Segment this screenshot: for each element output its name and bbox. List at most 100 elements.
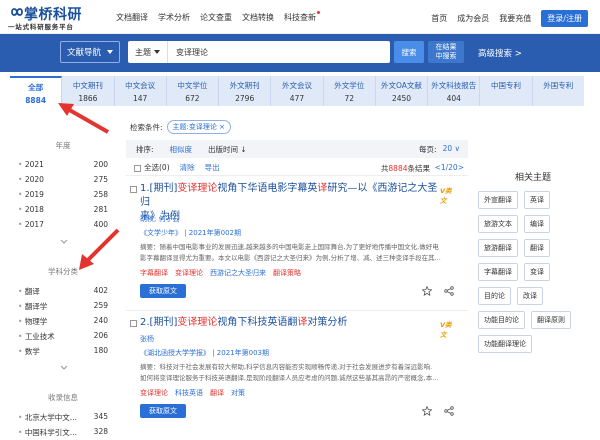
- share-icon[interactable]: [444, 406, 454, 416]
- keyword-link[interactable]: 翻译: [210, 388, 224, 398]
- clear-button[interactable]: 清除: [180, 162, 195, 173]
- expand-chevron-icon[interactable]: [60, 238, 68, 246]
- tab-foreign-degree[interactable]: 外文学位 72: [324, 76, 376, 106]
- recharge-link[interactable]: 我要充值: [499, 13, 531, 24]
- topic-chip[interactable]: 翻译原则: [531, 311, 571, 329]
- keyword-link[interactable]: 西游记之大圣归来: [210, 268, 266, 278]
- result-abstract: 如何将变译理论服务于科技英语翻译,是现阶段翻译人员应考虑的问题,诚然这些基其高昂…: [140, 374, 439, 382]
- year-filter-item[interactable]: 2020 275: [18, 175, 108, 184]
- result-checkbox[interactable]: [130, 320, 137, 327]
- result-title[interactable]: 2.[期刊]变译理论视角下科技英语翻译对策分析: [140, 316, 440, 330]
- search-input[interactable]: [168, 41, 390, 63]
- tab-foreign-oa[interactable]: 外文OA文献 2450: [376, 76, 429, 106]
- search-field-dropdown[interactable]: 主题: [128, 41, 168, 63]
- search-button[interactable]: 搜索: [394, 41, 424, 63]
- topic-chip[interactable]: 英译: [524, 191, 550, 209]
- favorite-star-icon[interactable]: [422, 286, 432, 296]
- share-icon[interactable]: [444, 286, 454, 296]
- nav-doc-convert[interactable]: 文档转换: [242, 12, 274, 23]
- subject-count: 259: [93, 301, 108, 310]
- title-highlight: 译: [317, 183, 328, 194]
- result-authors[interactable]: 胡枚; 何子云: [140, 214, 180, 224]
- brand-logo[interactable]: 掌桥科研 一站式科研服务平台: [8, 4, 104, 31]
- favorite-star-icon[interactable]: [422, 406, 432, 416]
- topic-chip[interactable]: 目的论: [478, 287, 511, 305]
- keyword-link[interactable]: 对策: [231, 388, 245, 398]
- member-link[interactable]: 成为会员: [457, 13, 489, 24]
- topic-chip[interactable]: 改译: [517, 287, 543, 305]
- close-icon[interactable]: ×: [219, 123, 225, 131]
- collection-filter-item[interactable]: 中国科学引文... 328: [18, 427, 108, 438]
- subject-filter-item[interactable]: 数学 180: [18, 346, 108, 357]
- year-filter-item[interactable]: 2017 400: [18, 220, 108, 229]
- topic-chip[interactable]: 旅游翻译: [478, 239, 518, 257]
- result-authors[interactable]: 张杨: [140, 334, 154, 344]
- nav-academic-analysis[interactable]: 学术分析: [158, 12, 190, 23]
- nav-plagiarism-check[interactable]: 论文查重: [200, 12, 232, 23]
- tab-cn-degree[interactable]: 中文学位 672: [167, 76, 220, 106]
- brand-tagline: 一站式科研服务平台: [8, 23, 74, 31]
- collection-filter-item[interactable]: 北京大学中文... 345: [18, 412, 108, 423]
- search-conditions: 检索条件: 主题:变译理论 ×: [130, 120, 231, 134]
- topic-chip[interactable]: 编译: [524, 215, 550, 233]
- select-all-checkbox[interactable]: 全选(0): [134, 162, 170, 173]
- topic-chip[interactable]: 功能目的论: [478, 311, 525, 329]
- tab-cn-journal[interactable]: 中文期刊 1866: [62, 76, 115, 106]
- topic-chip[interactable]: 旅游文本: [478, 215, 518, 233]
- keyword-link[interactable]: 科技英语: [175, 388, 203, 398]
- topic-chip[interactable]: 翻译: [524, 239, 550, 257]
- subject-section-title: 学科分类: [48, 267, 78, 276]
- result-title[interactable]: 1.[期刊]变译理论视角下华语电影字幕英译研究—以《西游记之大圣归 来》为例: [140, 182, 440, 224]
- subject-filter-item[interactable]: 工业技术 206: [18, 331, 108, 342]
- tab-count: 1866: [78, 94, 98, 103]
- tab-foreign-conference[interactable]: 外文会议 477: [271, 76, 324, 106]
- get-fulltext-button[interactable]: 获取原文: [140, 404, 186, 418]
- subject-label: 物理学: [18, 316, 48, 327]
- year-filter-item[interactable]: 2021 200: [18, 160, 108, 169]
- tab-all[interactable]: 全部 8884: [10, 76, 63, 106]
- tab-label: 外文期刊: [229, 81, 260, 90]
- topic-chip[interactable]: 变译: [524, 263, 550, 281]
- topic-chip[interactable]: 字幕翻译: [478, 263, 518, 281]
- keyword-link[interactable]: 变译理论: [140, 388, 168, 398]
- nav-novelty-search[interactable]: 科技查新: [284, 11, 320, 23]
- year-filter-item[interactable]: 2018 281: [18, 205, 108, 214]
- result-checkbox[interactable]: [130, 186, 137, 193]
- result-toolbar: 全选(0) 清除 导出 共8884条结果 <1/20>: [126, 160, 468, 176]
- tab-cn-conference[interactable]: 中文会议 147: [115, 76, 167, 106]
- subject-filter-item[interactable]: 翻译学 259: [18, 301, 108, 312]
- tab-label: 外文科技报告: [431, 81, 477, 90]
- tab-foreign-patent[interactable]: 外国专利: [533, 76, 584, 106]
- expand-chevron-icon[interactable]: [60, 364, 68, 372]
- per-page-selector[interactable]: 每页: 20 ∨: [419, 144, 460, 155]
- export-button[interactable]: 导出: [205, 162, 220, 173]
- search-within-button[interactable]: 在结果 中搜索: [428, 41, 464, 63]
- subject-filter-item[interactable]: 翻译 402: [18, 286, 108, 297]
- get-fulltext-button[interactable]: 获取原文: [140, 284, 186, 298]
- keyword-link[interactable]: 翻译策略: [273, 268, 301, 278]
- condition-tag[interactable]: 主题:变译理论 ×: [166, 120, 231, 134]
- pagination[interactable]: <1/20>: [435, 163, 464, 172]
- tab-cn-patent[interactable]: 中国专利: [480, 76, 533, 106]
- subject-filter-item[interactable]: 物理学 240: [18, 316, 108, 327]
- topic-chip[interactable]: 外宣翻译: [478, 191, 518, 209]
- result-source[interactable]: 《湖北函授大学学报》 | 2021年第003期: [140, 348, 269, 358]
- sort-date[interactable]: 出版时间 ↓: [208, 144, 247, 155]
- topic-chip[interactable]: 功能翻译理论: [478, 335, 532, 353]
- keyword-link[interactable]: 字幕翻译: [140, 268, 168, 278]
- result-source[interactable]: 《文学少年》 | 2021年第002期: [140, 228, 241, 238]
- year-filter-item[interactable]: 2019 258: [18, 190, 108, 199]
- keyword-link[interactable]: 变译理论: [175, 268, 203, 278]
- tab-count: 672: [185, 94, 200, 103]
- advanced-search-link[interactable]: 高级搜索 >: [478, 47, 522, 59]
- tab-foreign-journal[interactable]: 外文期刊 2796: [219, 76, 272, 106]
- nav-doc-translate[interactable]: 文档翻译: [116, 12, 148, 23]
- tab-foreign-tech-report[interactable]: 外文科技报告 404: [428, 76, 481, 106]
- sort-relevance[interactable]: 相似度: [170, 144, 193, 155]
- login-button[interactable]: 登录/注册: [541, 10, 588, 27]
- collection-label: 中国科学引文...: [18, 427, 77, 438]
- result-abstract: 摘要：科技对于社会发展有较大帮助,科学信息内容能否实现顺畅传递,对于社会发展进步…: [140, 363, 433, 371]
- home-link[interactable]: 首页: [431, 13, 447, 24]
- related-topics: 相关主题 外宣翻译 英译 旅游文本 编译 旅游翻译 翻译 字幕翻译 变译 目的论…: [478, 170, 588, 353]
- literature-nav-dropdown[interactable]: 文献导航: [60, 41, 120, 63]
